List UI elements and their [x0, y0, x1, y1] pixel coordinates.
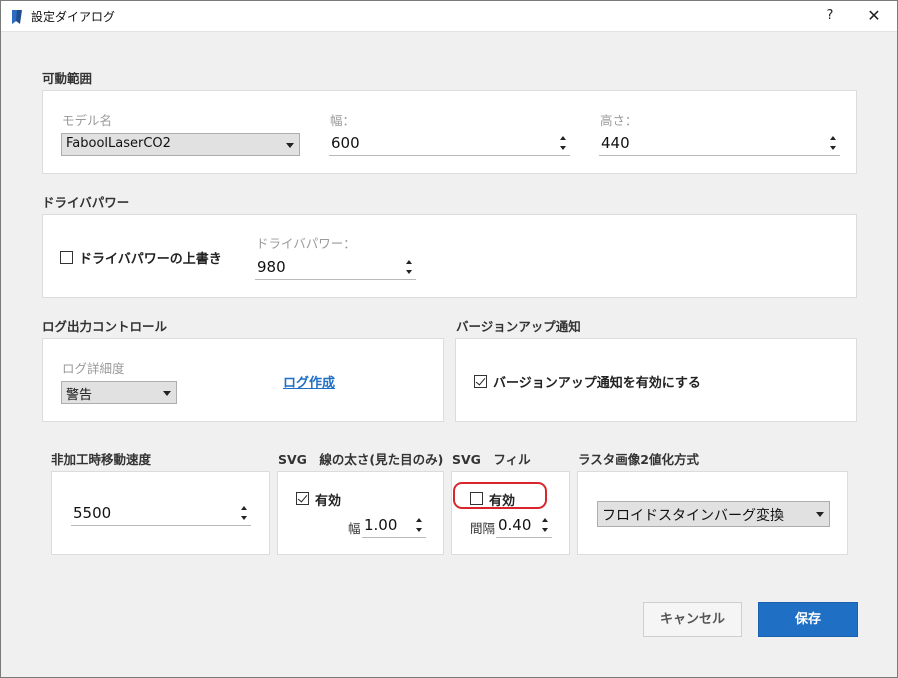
log-level-value: 警告	[66, 388, 93, 403]
svg-line-width-input[interactable]: 1.00	[362, 514, 426, 538]
raster-method-select[interactable]: フロイドスタインバーグ変換	[597, 501, 830, 527]
override-label[interactable]: ドライバパワーの上書き	[79, 248, 222, 267]
svg-line-width-value: 1.00	[364, 516, 398, 534]
model-label: モデル名	[62, 113, 113, 128]
help-button[interactable]: ?	[817, 5, 843, 27]
height-label: 高さ：	[600, 113, 638, 128]
chevron-down-icon	[286, 143, 294, 148]
width-label: 幅：	[330, 113, 356, 128]
app-flag-icon	[12, 10, 22, 24]
svg-line-width-label: 幅	[348, 521, 361, 536]
raster-panel: フロイドスタインバーグ変換	[577, 471, 848, 555]
model-select[interactable]: FaboolLaserCO2	[61, 133, 300, 156]
close-button[interactable]: ✕	[861, 5, 887, 27]
log-level-label: ログ詳細度	[62, 361, 125, 376]
svg-line-enable-label[interactable]: 有効	[315, 490, 341, 509]
height-value: 440	[601, 134, 630, 152]
width-value: 600	[331, 134, 360, 152]
spin-arrows-icon[interactable]	[828, 132, 838, 154]
speed-input[interactable]: 5500	[71, 502, 251, 526]
window-title: 設定ダイアログ	[31, 10, 116, 24]
raster-method-value: フロイドスタインバーグ変換	[602, 508, 784, 524]
version-enable-label[interactable]: バージョンアップ通知を有効にする	[493, 372, 701, 391]
driver-panel: ドライバパワーの上書き ドライバパワー： 980	[42, 214, 857, 298]
spin-arrows-icon[interactable]	[239, 502, 249, 524]
height-input[interactable]: 440	[599, 132, 840, 156]
power-value: 980	[257, 258, 286, 276]
svg-line-section-label: SVG 線の太さ(見た目のみ)	[278, 452, 444, 467]
annotation-highlight	[453, 482, 547, 509]
version-panel: バージョンアップ通知を有効にする	[455, 338, 857, 422]
spin-arrows-icon[interactable]	[404, 256, 414, 278]
chevron-down-icon	[816, 512, 824, 517]
raster-section-label: ラスタ画像2値化方式	[578, 452, 699, 467]
spin-arrows-icon[interactable]	[558, 132, 568, 154]
svg-fill-interval-label: 間隔	[470, 521, 496, 536]
power-label: ドライバパワー：	[256, 236, 356, 251]
speed-section-label: 非加工時移動速度	[51, 452, 152, 467]
cancel-button[interactable]: キャンセル	[643, 602, 742, 637]
save-button[interactable]: 保存	[758, 602, 858, 637]
log-level-select[interactable]: 警告	[61, 381, 177, 404]
svg-fill-interval-value: 0.40	[498, 516, 532, 534]
override-checkbox[interactable]	[60, 251, 73, 264]
log-panel: ログ詳細度 警告 ログ作成	[42, 338, 444, 422]
model-select-value: FaboolLaserCO2	[66, 136, 171, 151]
svg-fill-interval-input[interactable]: 0.40	[496, 514, 552, 538]
spin-arrows-icon[interactable]	[540, 514, 550, 536]
svg-line-panel: 有効 幅 1.00	[277, 471, 444, 555]
settings-dialog: 設定ダイアログ ? ✕ 可動範囲 モデル名 FaboolLaserCO2 幅： …	[0, 0, 898, 678]
range-panel: モデル名 FaboolLaserCO2 幅： 600 高さ： 440	[42, 90, 857, 174]
power-input[interactable]: 980	[255, 256, 416, 280]
speed-panel: 5500	[51, 471, 270, 555]
svg-fill-section-label: SVG フィル	[452, 452, 531, 467]
svg-line-checkbox[interactable]	[296, 492, 309, 505]
range-section-label: 可動範囲	[42, 71, 93, 86]
chevron-down-icon	[163, 391, 171, 396]
create-log-link[interactable]: ログ作成	[283, 372, 335, 391]
version-section-label: バージョンアップ通知	[456, 319, 581, 334]
version-checkbox[interactable]	[474, 375, 487, 388]
speed-value: 5500	[73, 504, 112, 522]
width-input[interactable]: 600	[329, 132, 570, 156]
log-section-label: ログ出力コントロール	[42, 319, 168, 334]
spin-arrows-icon[interactable]	[414, 514, 424, 536]
driver-section-label: ドライバパワー	[42, 195, 130, 210]
title-bar[interactable]: 設定ダイアログ ? ✕	[1, 1, 897, 32]
